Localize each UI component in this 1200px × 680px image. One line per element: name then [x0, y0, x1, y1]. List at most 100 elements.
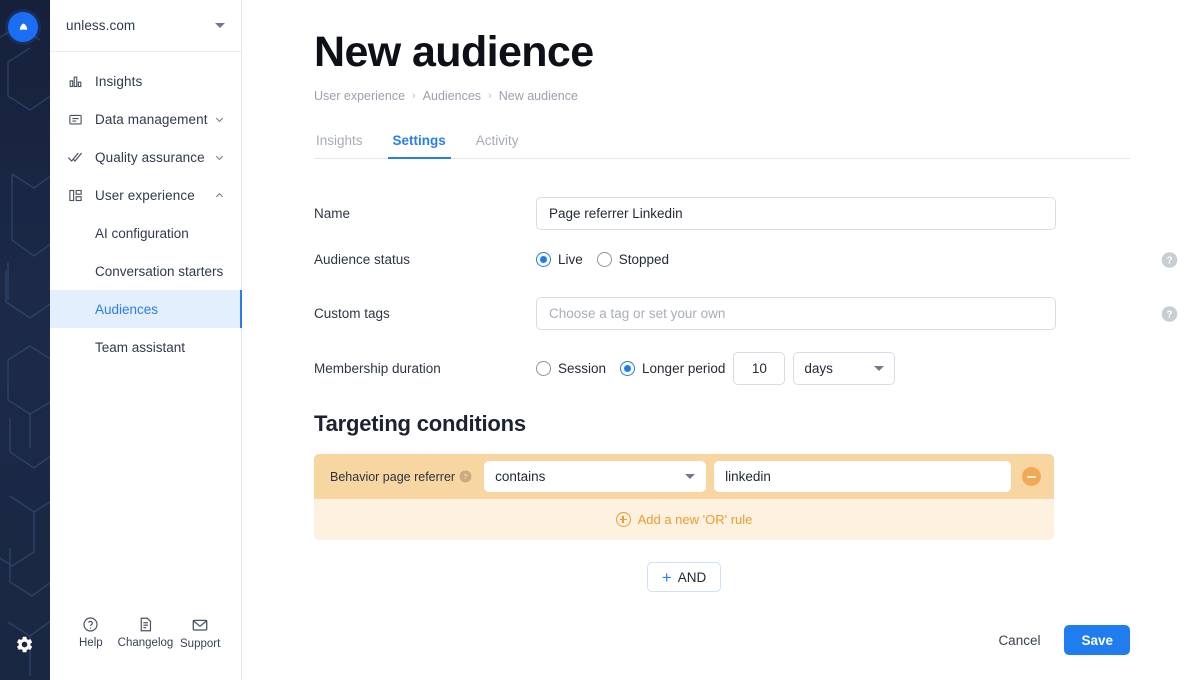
tab-bar: Insights Settings Activity	[314, 129, 1130, 159]
chevron-down-icon	[214, 114, 225, 125]
sidebar-item-ai-configuration[interactable]: AI configuration	[50, 214, 241, 252]
changelog-button[interactable]: Changelog	[118, 616, 174, 649]
main-content: New audience User experience › Audiences…	[242, 0, 1200, 680]
chevron-up-icon	[214, 190, 225, 201]
help-button[interactable]: Help	[64, 616, 118, 649]
minus-circle-icon[interactable]	[1022, 467, 1041, 486]
custom-tags-input[interactable]	[536, 297, 1056, 330]
sidebar-item-insights[interactable]: Insights	[50, 62, 241, 100]
custom-tags-label: Custom tags	[314, 306, 536, 321]
radio-session-label: Session	[558, 361, 606, 376]
radio-option-live[interactable]: Live	[536, 252, 583, 267]
sidebar-item-label: User experience	[95, 188, 214, 203]
sidebar-item-team-assistant[interactable]: Team assistant	[50, 328, 241, 366]
check-double-icon	[66, 148, 84, 166]
chevron-down-icon	[215, 23, 225, 28]
sidebar-subitem-label: Audiences	[95, 302, 158, 317]
breadcrumb-item-user-experience[interactable]: User experience	[314, 89, 405, 103]
breadcrumb-separator-icon: ›	[488, 90, 492, 102]
question-circle-icon[interactable]: ?	[1161, 305, 1178, 322]
condition-operator-select[interactable]: contains	[484, 461, 706, 492]
sidebar-item-label: Quality assurance	[95, 150, 214, 165]
membership-duration-unit-select[interactable]: days	[793, 352, 895, 385]
audience-status-label: Audience status	[314, 252, 536, 267]
radio-stopped-indicator	[597, 252, 612, 267]
workspace-selector[interactable]: unless.com	[50, 0, 241, 52]
radio-option-session[interactable]: Session	[536, 361, 606, 376]
sidebar-item-user-experience[interactable]: User experience	[50, 176, 241, 214]
save-button[interactable]: Save	[1064, 625, 1130, 655]
sidebar-subitem-label: Team assistant	[95, 340, 185, 355]
tab-insights[interactable]: Insights	[314, 129, 365, 158]
form-row-name: Name	[314, 197, 1130, 230]
sidebar-subitem-label: Conversation starters	[95, 264, 223, 279]
plus-icon: +	[662, 569, 672, 586]
support-button[interactable]: Support	[173, 616, 227, 650]
cancel-button[interactable]: Cancel	[992, 632, 1046, 649]
chevron-down-icon	[214, 152, 225, 163]
sidebar-item-conversation-starters[interactable]: Conversation starters	[50, 252, 241, 290]
targeting-condition-group: Behavior page referrer ? contains	[314, 454, 1054, 540]
radio-option-longer-period[interactable]: Longer period	[620, 361, 725, 376]
question-circle-icon[interactable]: ?	[1161, 251, 1178, 268]
form-actions: Cancel Save	[992, 625, 1130, 655]
form-row-membership-duration: Membership duration Session Longer perio…	[314, 352, 1130, 385]
help-label: Help	[79, 637, 103, 649]
breadcrumb-item-audiences[interactable]: Audiences	[423, 89, 481, 103]
plus-circle-icon	[616, 512, 631, 527]
question-circle-icon[interactable]: ?	[459, 470, 472, 483]
logo-mark-icon	[15, 19, 32, 36]
membership-duration-unit-value: days	[804, 361, 874, 376]
tab-settings[interactable]: Settings	[391, 129, 448, 158]
add-or-rule-label: Add a new 'OR' rule	[638, 512, 753, 527]
condition-value-input[interactable]	[714, 461, 1011, 492]
radio-session-indicator	[536, 361, 551, 376]
layout-blocks-icon	[66, 186, 84, 204]
breadcrumb-item-new-audience: New audience	[499, 89, 578, 103]
add-and-label: AND	[678, 570, 707, 585]
membership-duration-amount-input[interactable]	[733, 352, 785, 385]
unless-logo-icon[interactable]	[8, 12, 38, 42]
sidebar-item-data-management[interactable]: Data management	[50, 100, 241, 138]
name-input[interactable]	[536, 197, 1056, 230]
audience-status-radio-group: Live Stopped	[536, 252, 1056, 267]
page-title: New audience	[314, 30, 1130, 75]
radio-stopped-label: Stopped	[619, 252, 669, 267]
svg-text:?: ?	[463, 472, 468, 481]
envelope-icon	[191, 616, 209, 634]
workspace-name: unless.com	[66, 18, 215, 33]
membership-duration-radio-group: Session Longer period	[536, 361, 725, 376]
left-rail	[0, 0, 50, 680]
chevron-down-icon	[685, 474, 695, 479]
membership-duration-label: Membership duration	[314, 361, 536, 376]
add-and-wrapper: + AND	[314, 562, 1054, 592]
radio-longer-period-label: Longer period	[642, 361, 725, 376]
form-row-custom-tags: Custom tags ?	[314, 297, 1130, 330]
support-label: Support	[180, 638, 220, 650]
add-and-button[interactable]: + AND	[647, 562, 721, 592]
sidebar-nav: Insights Data management	[50, 52, 241, 608]
breadcrumb-separator-icon: ›	[412, 90, 416, 102]
sidebar-item-label: Insights	[95, 74, 225, 89]
sidebar-item-label: Data management	[95, 112, 214, 127]
radio-option-stopped[interactable]: Stopped	[597, 252, 669, 267]
rail-background-pattern	[0, 0, 50, 680]
app-root: unless.com Insights	[0, 0, 1200, 680]
condition-operator-value: contains	[495, 469, 685, 484]
minus-bar	[1027, 476, 1036, 478]
condition-row: Behavior page referrer ? contains	[314, 454, 1054, 499]
sidebar-item-audiences[interactable]: Audiences	[50, 290, 241, 328]
sidebar: unless.com Insights	[50, 0, 242, 680]
tab-activity[interactable]: Activity	[474, 129, 521, 158]
condition-attribute-text: Behavior page referrer	[330, 470, 455, 484]
gear-icon[interactable]	[13, 633, 35, 655]
sidebar-item-quality-assurance[interactable]: Quality assurance	[50, 138, 241, 176]
gear-glyph-icon	[15, 635, 34, 654]
radio-longer-period-indicator	[620, 361, 635, 376]
chevron-down-icon	[874, 366, 884, 371]
form-row-audience-status: Audience status Live Stopped	[314, 252, 1130, 267]
settings-form: Name Audience status Live	[314, 159, 1130, 592]
breadcrumb: User experience › Audiences › New audien…	[314, 89, 1130, 103]
bar-chart-icon	[66, 72, 84, 90]
add-or-rule-button[interactable]: Add a new 'OR' rule	[314, 499, 1054, 540]
